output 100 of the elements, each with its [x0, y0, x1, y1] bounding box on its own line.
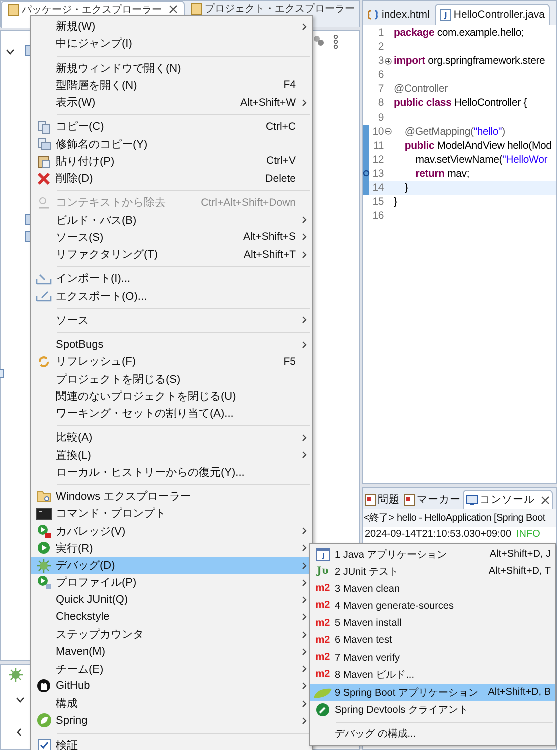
maven-icon: m2: [316, 653, 330, 664]
list-icon: [365, 494, 376, 506]
editor-tab[interactable]: index.html: [363, 5, 434, 25]
expand-caret-icon[interactable]: [6, 49, 15, 55]
menu-item[interactable]: Quick JUnit(Q): [31, 592, 312, 609]
shortcut-text: Delete: [264, 172, 296, 185]
menu-item[interactable]: m2 5 Maven install: [310, 615, 555, 632]
menu-item[interactable]: m2 8 Maven ビルド...: [310, 666, 555, 684]
maven-icon: m2: [316, 636, 330, 646]
shortcut-text: F5: [282, 356, 296, 368]
code-text: mav.setViewName("HelloWor: [414, 152, 548, 167]
menu-item[interactable]: Checkstyle: [31, 608, 312, 626]
collapse-fold-icon[interactable]: [385, 128, 392, 136]
bug-icon[interactable]: [9, 668, 23, 682]
menu-item[interactable]: 修飾名のコピー(Y): [31, 136, 312, 153]
menu-item[interactable]: デバッグ の構成...: [310, 726, 555, 743]
menu-item[interactable]: Windows エクスプローラー: [31, 488, 312, 506]
close-icon[interactable]: [541, 496, 550, 504]
maven-icon: m2: [316, 601, 330, 612]
menu-item[interactable]: 中にジャンプ(I): [31, 35, 312, 52]
shortcut-text: Ctrl+V: [266, 155, 296, 168]
menu-item[interactable]: プロファイル(P): [31, 574, 312, 592]
code-text: }: [404, 181, 408, 196]
menu-item[interactable]: チーム(E): [31, 660, 312, 678]
menu-item[interactable]: 1 Java アプリケーション Alt+Shift+D, J: [310, 546, 555, 564]
editor-tab[interactable]: HelloController.java: [434, 4, 550, 25]
menu-item[interactable]: m2 3 Maven clean: [310, 580, 555, 598]
console-view-tab[interactable]: マーカー: [402, 491, 463, 509]
menu-item[interactable]: 置換(L): [31, 446, 312, 464]
shortcut-text: Alt+Shift+D, T: [488, 566, 551, 578]
menu-item[interactable]: コピー(C) Ctrl+C: [31, 118, 312, 136]
menu-item[interactable]: 検証: [31, 736, 312, 750]
log-level: INFO: [516, 529, 540, 540]
menu-item[interactable]: m2 6 Maven test: [310, 632, 555, 650]
menu-item[interactable]: m2 7 Maven verify: [310, 650, 555, 667]
menu-item[interactable]: コマンド・プロンプト: [31, 505, 312, 522]
menu-item[interactable]: ローカル・ヒストリーからの復元(Y)...: [31, 464, 312, 481]
menu-item[interactable]: 実行(R): [31, 540, 312, 557]
shortcut-text: Alt+Shift+S: [242, 231, 296, 244]
console-view-tab[interactable]: コンソール: [463, 490, 553, 509]
line-number: 10: [372, 124, 384, 139]
console-view-tab[interactable]: 問題: [363, 491, 402, 509]
menu-item[interactable]: 削除(D) Delete: [31, 170, 312, 188]
filter-icon[interactable]: [313, 35, 325, 47]
line-number: 9: [377, 110, 384, 125]
menu-item[interactable]: GitHub: [31, 678, 312, 695]
view-icon: [8, 4, 19, 16]
view-icon: [191, 2, 202, 14]
refresh-icon: [37, 354, 51, 369]
menu-item[interactable]: Spring Devtools クライアント: [310, 701, 555, 718]
menu-item[interactable]: 新規ウィンドウで開く(N): [31, 60, 312, 77]
wrench-icon: [316, 702, 330, 717]
expand-caret-icon[interactable]: [16, 697, 25, 703]
view-menu-icon[interactable]: [333, 35, 339, 49]
menu-item[interactable]: リファクタリング(T) Alt+Shift+T: [31, 246, 312, 264]
maven-icon: m2: [316, 584, 330, 594]
menu-item[interactable]: Maven(M): [31, 643, 312, 660]
code-text: @GetMapping("hello"): [404, 124, 506, 139]
menu-item[interactable]: リフレッシュ(F) F5: [31, 353, 312, 370]
list-icon: [404, 494, 415, 506]
line-number: 2: [377, 40, 384, 54]
menu-item[interactable]: エクスポート(O)...: [31, 288, 312, 305]
menu-item[interactable]: SpotBugs: [31, 336, 312, 354]
menu-item[interactable]: 関連のないプロジェクトを閉じる(U): [31, 388, 312, 405]
menu-item[interactable]: 比較(A): [31, 429, 312, 446]
menu-item[interactable]: 貼り付け(P) Ctrl+V: [31, 152, 312, 170]
shortcut-text: F4: [282, 79, 296, 92]
menu-item[interactable]: ワーキング・セットの割り当て(A)...: [31, 405, 312, 422]
menu-item[interactable]: m2 4 Maven generate-sources: [310, 598, 555, 615]
line-number: 8: [377, 96, 384, 111]
menu-item[interactable]: ソース(S) Alt+Shift+S: [31, 228, 312, 246]
junit-icon: Jυ: [317, 566, 329, 577]
shortcut-text: Alt+Shift+D, B: [487, 687, 551, 698]
menu-item[interactable]: Jυ 2 JUnit テスト Alt+Shift+D, T: [310, 563, 555, 580]
menu-item[interactable]: ステップカウンタ: [31, 626, 312, 644]
line-number: 11: [372, 138, 384, 153]
menu-item[interactable]: デバッグ(D): [31, 557, 312, 574]
menu-item[interactable]: Spring: [31, 712, 312, 730]
leaf-icon: [313, 686, 333, 699]
menu-item[interactable]: ソース: [31, 312, 312, 329]
expand-fold-icon[interactable]: [385, 58, 392, 65]
menu-item[interactable]: 9 Spring Boot アプリケーション Alt+Shift+D, B: [310, 684, 555, 702]
breakpoint-icon[interactable]: [362, 170, 370, 178]
close-icon[interactable]: [169, 5, 178, 14]
menu-item[interactable]: インポート(I)...: [31, 270, 312, 288]
shortcut-text: Alt+Shift+D, J: [488, 549, 551, 560]
menu-item[interactable]: プロジェクトを閉じる(S): [31, 370, 312, 388]
menu-item[interactable]: 構成: [31, 695, 312, 712]
line-number: 13: [372, 166, 384, 182]
window-icon: [316, 548, 330, 562]
menu-item[interactable]: カバレッジ(V): [31, 522, 312, 540]
scroll-left-icon[interactable]: [16, 728, 23, 737]
menu-item[interactable]: ビルド・パス(B): [31, 212, 312, 229]
java-file-icon: [440, 9, 451, 21]
line-number: 12: [372, 152, 384, 167]
play-icon: [37, 541, 51, 556]
code-text: import org.springframework.stere: [393, 54, 546, 68]
menu-item[interactable]: 型階層を開く(N) F4: [31, 76, 312, 94]
menu-item[interactable]: 表示(W) Alt+Shift+W: [31, 94, 312, 112]
line-number: 6: [377, 68, 384, 82]
